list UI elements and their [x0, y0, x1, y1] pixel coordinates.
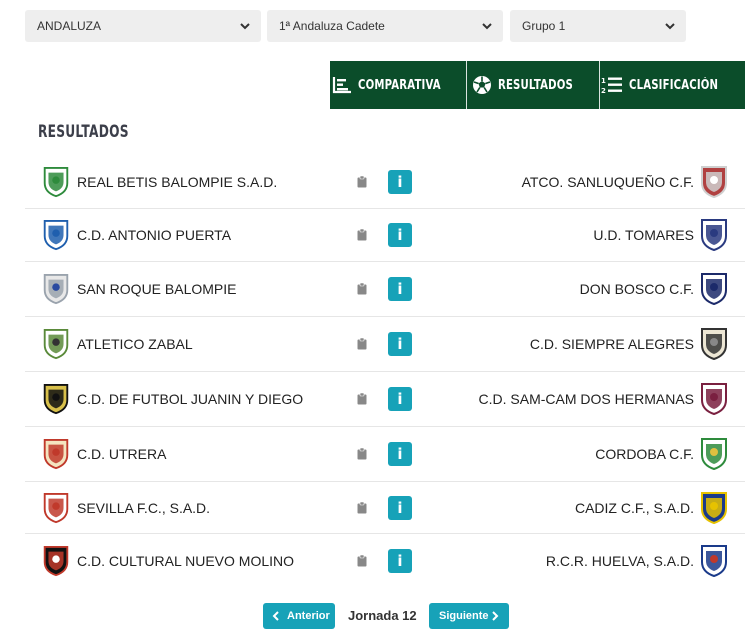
away-team[interactable]: CADIZ C.F., S.A.D. — [575, 500, 694, 516]
region-select[interactable]: ANDALUZA — [25, 10, 261, 42]
tab-clasificacion-label: CLASIFICACIÓN — [629, 77, 719, 93]
zabal-crest-icon — [43, 328, 69, 360]
away-team[interactable]: ATCO. SANLUQUEÑO C.F. — [522, 174, 694, 190]
match-info-button[interactable]: i — [388, 170, 412, 194]
chevron-right-icon — [492, 611, 499, 621]
match-info-button[interactable]: i — [388, 223, 412, 247]
clipboard-icon — [357, 283, 367, 295]
home-team[interactable]: C.D. CULTURAL NUEVO MOLINO — [77, 553, 294, 569]
filter-bar: ANDALUZA 1ª Andaluza Cadete Grupo 1 — [25, 10, 752, 42]
region-select-value: ANDALUZA — [37, 19, 102, 33]
away-team[interactable]: CORDOBA C.F. — [595, 446, 694, 462]
match-row: C.D. ANTONIO PUERTA i U.D. TOMARES — [25, 209, 745, 262]
svg-text:2: 2 — [601, 87, 606, 94]
match-row: C.D. UTRERA i CORDOBA C.F. — [25, 427, 745, 482]
info-icon: i — [397, 226, 403, 244]
prev-button-label: Anterior — [287, 610, 330, 622]
antonio-puerta-crest-icon — [43, 219, 69, 251]
tab-clasificacion[interactable]: 1 2 CLASIFICACIÓN — [599, 61, 745, 109]
san-roque-crest-icon — [43, 273, 69, 305]
chevron-down-icon — [240, 23, 250, 30]
tab-resultados-label: RESULTADOS — [497, 77, 573, 93]
tab-comparativa-label: COMPARATIVA — [357, 77, 441, 93]
clipboard-icon — [357, 176, 367, 188]
match-row: SEVILLA F.C., S.A.D. i CADIZ C.F., S.A.D. — [25, 482, 745, 534]
away-team[interactable]: C.D. SAM-CAM DOS HERMANAS — [479, 391, 694, 407]
current-round: Jornada 12 — [348, 608, 417, 623]
cordoba-crest-icon — [701, 438, 727, 471]
results-list: REAL BETIS BALOMPIE S.A.D. i ATCO. SANLUQ… — [25, 156, 745, 588]
sanluqueno-crest-icon — [701, 166, 727, 199]
huelva-crest-icon — [701, 545, 727, 578]
chart-bars-icon — [332, 77, 351, 94]
chevron-down-icon — [665, 23, 675, 30]
utrera-crest-icon — [43, 438, 69, 470]
tab-resultados[interactable]: RESULTADOS — [466, 61, 599, 109]
category-select[interactable]: 1ª Andaluza Cadete — [267, 10, 503, 42]
away-team[interactable]: C.D. SIEMPRE ALEGRES — [530, 336, 694, 352]
match-row: SAN ROQUE BALOMPIE i DON BOSCO C.F. — [25, 262, 745, 317]
chevron-down-icon — [482, 23, 492, 30]
home-team[interactable]: ATLETICO ZABAL — [77, 336, 193, 352]
match-row: C.D. DE FUTBOL JUANIN Y DIEGO i C.D. SAM-… — [25, 372, 745, 427]
home-team[interactable]: SAN ROQUE BALOMPIE — [77, 281, 236, 297]
clipboard-icon — [357, 555, 367, 567]
home-team[interactable]: REAL BETIS BALOMPIE S.A.D. — [77, 174, 277, 190]
ordered-list-icon: 1 2 — [601, 77, 623, 94]
group-select[interactable]: Grupo 1 — [510, 10, 686, 42]
match-row: REAL BETIS BALOMPIE S.A.D. i ATCO. SANLUQ… — [25, 156, 745, 209]
info-icon: i — [397, 335, 403, 353]
match-info-button[interactable]: i — [388, 387, 412, 411]
info-icon: i — [397, 552, 403, 570]
clipboard-icon — [357, 338, 367, 350]
away-team[interactable]: U.D. TOMARES — [593, 227, 694, 243]
home-team[interactable]: SEVILLA F.C., S.A.D. — [77, 500, 210, 516]
soccer-ball-icon — [472, 76, 491, 94]
info-icon: i — [397, 498, 403, 517]
sevilla-crest-icon — [43, 492, 69, 523]
don-bosco-crest-icon — [701, 273, 727, 306]
nuevo-molino-crest-icon — [43, 545, 69, 577]
match-info-button[interactable]: i — [388, 549, 412, 573]
info-icon: i — [397, 445, 403, 463]
away-team[interactable]: R.C.R. HUELVA, S.A.D. — [546, 553, 694, 569]
away-team[interactable]: DON BOSCO C.F. — [580, 281, 694, 297]
chevron-left-icon — [272, 611, 279, 621]
siempre-alegres-crest-icon — [701, 328, 727, 361]
match-info-button[interactable]: i — [388, 332, 412, 356]
info-icon: i — [397, 173, 403, 191]
tomares-crest-icon — [701, 219, 727, 252]
clipboard-icon — [357, 229, 367, 241]
sam-cam-crest-icon — [701, 383, 727, 416]
cadiz-crest-icon — [701, 491, 727, 524]
match-info-button[interactable]: i — [388, 442, 412, 466]
home-team[interactable]: C.D. ANTONIO PUERTA — [77, 227, 231, 243]
match-row: C.D. CULTURAL NUEVO MOLINO i R.C.R. HUELV… — [25, 534, 745, 588]
clipboard-icon — [357, 501, 367, 513]
betis-crest-icon — [43, 166, 69, 198]
match-info-button[interactable]: i — [388, 495, 412, 520]
info-icon: i — [397, 390, 403, 408]
svg-text:1: 1 — [601, 77, 606, 85]
view-tabs: COMPARATIVA RESULTADOS 1 2 CLASIFICACIÓN — [330, 61, 745, 109]
prev-button[interactable]: Anterior — [263, 603, 335, 629]
clipboard-icon — [357, 448, 367, 460]
group-select-value: Grupo 1 — [522, 19, 566, 33]
clipboard-icon — [357, 393, 367, 405]
home-team[interactable]: C.D. DE FUTBOL JUANIN Y DIEGO — [77, 391, 303, 407]
tab-comparativa[interactable]: COMPARATIVA — [330, 61, 466, 109]
match-row: ATLETICO ZABAL i C.D. SIEMPRE ALEGRES — [25, 317, 745, 372]
info-icon: i — [397, 280, 403, 298]
next-button-label: Siguiente — [439, 610, 489, 622]
category-select-value: 1ª Andaluza Cadete — [279, 19, 385, 33]
next-button[interactable]: Siguiente — [429, 603, 509, 629]
juanin-diego-crest-icon — [43, 383, 69, 415]
match-info-button[interactable]: i — [388, 277, 412, 301]
section-title: RESULTADOS — [38, 122, 129, 142]
home-team[interactable]: C.D. UTRERA — [77, 446, 166, 462]
pagination: Anterior Jornada 12 Siguiente — [263, 603, 509, 629]
